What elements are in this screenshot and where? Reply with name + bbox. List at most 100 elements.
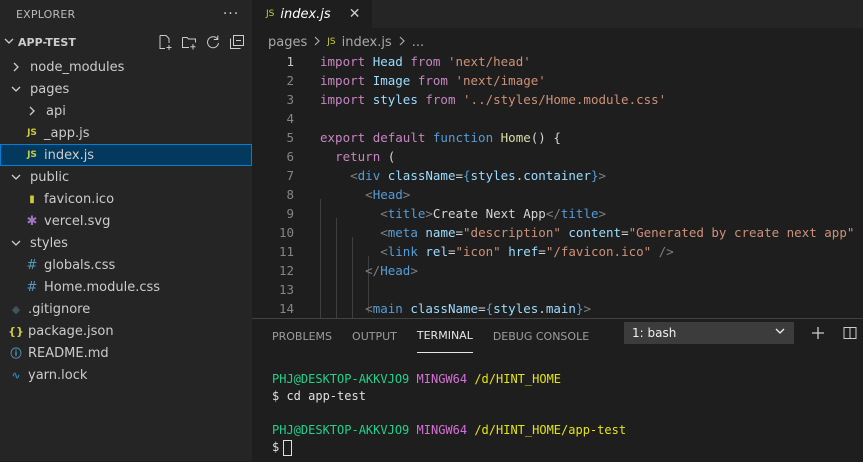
code-text: <Head> — [320, 185, 410, 204]
code-token: = — [447, 244, 456, 259]
line-number: 10 — [278, 225, 294, 240]
yarn-file-icon: ∿ — [11, 368, 21, 382]
chevron-down-icon — [8, 238, 24, 248]
code-token: { — [463, 168, 471, 183]
code-token: Head — [380, 263, 411, 278]
tree-item-label: index.js — [44, 147, 95, 163]
tab-index-js[interactable]: JS index.js ✕ — [252, 0, 373, 28]
chevron-down-icon — [2, 36, 16, 49]
tree-item-styles[interactable]: styles — [0, 232, 252, 254]
tree-item-label: README.md — [28, 345, 109, 361]
code-token: import — [320, 73, 373, 88]
code-line: 2 import Image from 'next/image' — [252, 71, 863, 90]
tree-item-readme-md[interactable]: ⓘ README.md — [0, 342, 252, 364]
code-token: Head — [372, 187, 403, 202]
tree-item-gitignore[interactable]: ◆ .gitignore — [0, 298, 252, 320]
tree-item-favicon-ico[interactable]: ▮ favicon.ico — [0, 188, 252, 210]
new-folder-icon[interactable] — [180, 33, 198, 51]
breadcrumb-folder[interactable]: pages — [268, 35, 307, 50]
new-terminal-icon[interactable] — [808, 323, 828, 343]
code-line: 10 <meta name="description" content="Gen… — [252, 223, 863, 242]
code-text: <meta name="description" content="Genera… — [320, 223, 854, 242]
code-token: 'next/image' — [455, 73, 546, 88]
terminal-system: MINGW64 — [416, 372, 468, 386]
tree-item-yarn-lock[interactable]: ∿ yarn.lock — [0, 364, 252, 386]
code-line: 7 <div className={styles.container}> — [252, 166, 863, 185]
collapse-all-icon[interactable] — [228, 33, 246, 51]
code-token: styles — [372, 92, 426, 107]
tree-item-vercel-svg[interactable]: ✱ vercel.svg — [0, 210, 252, 232]
explorer-header: EXPLORER ··· — [0, 0, 252, 28]
line-number: 8 — [286, 187, 294, 202]
terminal-line: $ cd app-test — [272, 388, 626, 405]
line-number: 2 — [286, 73, 294, 88]
terminal-output[interactable]: PHJ@DESKTOP-AKKVJO9 MINGW64 /d/HINT_HOME… — [272, 371, 626, 456]
tree-item-index-js[interactable]: JS index.js — [0, 144, 252, 166]
tree-item-globals-css[interactable]: # globals.css — [0, 254, 252, 276]
tree-item-api[interactable]: api — [0, 100, 252, 122]
new-file-icon[interactable] — [156, 33, 174, 51]
code-token: title — [560, 206, 599, 221]
breadcrumb-more[interactable]: ... — [412, 35, 424, 50]
code-text: <main className={styles.main}> — [320, 299, 591, 318]
chevron-right-icon — [398, 36, 406, 49]
code-token: styles — [470, 168, 516, 183]
code-token: "icon" — [455, 244, 509, 259]
line-number: 11 — [278, 244, 294, 259]
code-token: default — [372, 130, 433, 145]
tab-problems[interactable]: PROBLEMS — [272, 319, 332, 353]
tree-item-label: styles — [30, 235, 68, 251]
refresh-icon[interactable] — [204, 33, 222, 51]
code-editor[interactable]: 1 import Head from 'next/head' 2 import Ima… — [252, 52, 863, 318]
code-line: 11 <link rel="icon" href="/favicon.ico" … — [252, 242, 863, 261]
code-token: 'next/head' — [447, 54, 531, 69]
code-text: </Head> — [320, 261, 418, 280]
project-header[interactable]: APP-TEST — [0, 28, 252, 56]
terminal-select[interactable]: 1: bash — [624, 322, 794, 344]
tree-item-home-module-css[interactable]: # Home.module.css — [0, 276, 252, 298]
js-file-icon: JS — [327, 37, 336, 47]
tree-item-public[interactable]: public — [0, 166, 252, 188]
code-token: = — [621, 225, 629, 240]
tab-output[interactable]: OUTPUT — [352, 319, 397, 353]
tree-item-node-modules[interactable]: node_modules — [0, 56, 252, 78]
code-token: > — [410, 263, 418, 278]
code-token: < — [365, 187, 373, 202]
split-terminal-icon[interactable] — [840, 323, 860, 343]
tree-item-package-json[interactable]: {} package.json — [0, 320, 252, 342]
more-actions-icon[interactable]: ··· — [218, 6, 244, 22]
code-token: content — [568, 225, 622, 240]
tree-item-app-js[interactable]: JS _app.js — [0, 122, 252, 144]
code-line: 13 — [252, 280, 863, 299]
tree-item-label: vercel.svg — [44, 213, 111, 229]
code-token: meta — [387, 225, 426, 240]
code-token: import — [320, 54, 373, 69]
code-line: 4 — [252, 109, 863, 128]
tree-item-label: Home.module.css — [44, 279, 161, 295]
editor-tabs: JS index.js ✕ — [252, 0, 863, 28]
line-number: 4 — [286, 111, 294, 126]
js-file-icon: JS — [27, 128, 37, 138]
code-token: Create Next App — [432, 206, 546, 221]
line-number: 1 — [286, 54, 294, 69]
editor-area: JS index.js ✕ pages JS index.js ... 1 imp… — [252, 0, 863, 318]
tab-terminal[interactable]: TERMINAL — [416, 319, 473, 353]
code-token: < — [380, 244, 388, 259]
tree-item-pages[interactable]: pages — [0, 78, 252, 100]
code-token: className — [387, 168, 456, 183]
line-number: 12 — [278, 263, 294, 278]
terminal-line: $ — [272, 439, 626, 456]
svg-file-icon: ✱ — [26, 213, 38, 229]
breadcrumb-file[interactable]: index.js — [342, 35, 392, 50]
js-file-icon: JS — [27, 150, 37, 160]
explorer-sidebar: EXPLORER ··· APP-TEST node_modules pages a… — [0, 0, 252, 461]
tab-debug-console[interactable]: DEBUG CONSOLE — [493, 319, 589, 353]
tree-item-label: .gitignore — [28, 301, 91, 317]
close-icon[interactable]: ✕ — [349, 6, 361, 22]
